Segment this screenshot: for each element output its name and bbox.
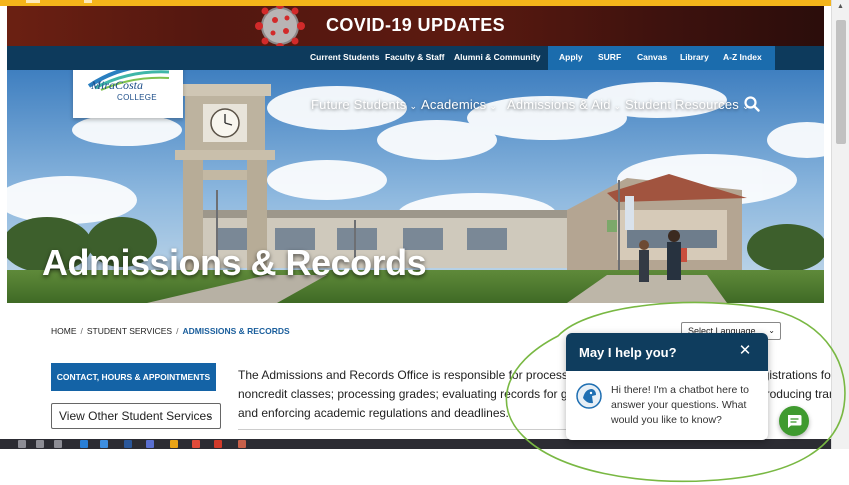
chatbot-avatar-icon bbox=[576, 383, 602, 409]
mira-costa-logo[interactable]: MiraCosta COLLEGE bbox=[73, 70, 183, 118]
breadcrumb: HOME / STUDENT SERVICES / ADMISSIONS & RECOR… bbox=[51, 326, 290, 336]
chevron-down-icon: ⌄ bbox=[768, 326, 775, 335]
page-title: Admissions & Records bbox=[42, 242, 427, 283]
os-taskbar bbox=[0, 439, 831, 449]
chevron-down-icon: ⌄ bbox=[409, 101, 418, 111]
strip-dash bbox=[26, 0, 40, 3]
util-link-alumni[interactable]: Alumni & Community bbox=[454, 52, 540, 62]
nav-future-students-label: Future Students bbox=[311, 97, 407, 112]
student-services-select[interactable]: View Other Student Services ⌄ bbox=[51, 403, 221, 429]
util-link-library[interactable]: Library bbox=[680, 52, 709, 62]
student-services-select-value: View Other Student Services bbox=[59, 409, 213, 423]
taskbar-search-icon[interactable] bbox=[18, 440, 26, 448]
taskbar-widget-icon[interactable] bbox=[54, 440, 62, 448]
chevron-down-icon: ⌄ bbox=[613, 101, 622, 111]
search-icon[interactable] bbox=[743, 95, 761, 113]
util-link-current-students[interactable]: Current Students bbox=[310, 52, 379, 62]
utility-nav: Current Students Faculty & Staff Alumni … bbox=[7, 46, 824, 70]
nav-admissions-aid-label: Admissions & Aid bbox=[507, 97, 611, 112]
chatbot-title: May I help you? bbox=[579, 345, 677, 360]
breadcrumb-current: ADMISSIONS & RECORDS bbox=[182, 326, 290, 336]
covid-banner-title[interactable]: COVID-19 UPDATES bbox=[7, 15, 824, 36]
taskbar-teams-icon[interactable] bbox=[146, 440, 154, 448]
chevron-down-icon: ⌄ bbox=[205, 410, 213, 420]
util-link-az-index[interactable]: A-Z Index bbox=[723, 52, 762, 62]
taskbar-app-icon[interactable] bbox=[100, 440, 108, 448]
nav-admissions-aid[interactable]: Admissions & Aid ⌄ bbox=[507, 97, 621, 112]
chatbot-popup: May I help you? ✕ Hi there! I'm a chatbo… bbox=[566, 333, 768, 440]
util-link-apply[interactable]: Apply bbox=[559, 52, 583, 62]
logo-subtitle: COLLEGE bbox=[117, 93, 157, 102]
chat-launcher-button[interactable] bbox=[779, 406, 809, 436]
content-divider bbox=[238, 429, 568, 430]
taskbar-word-icon[interactable] bbox=[124, 440, 132, 448]
chatbot-header: May I help you? ✕ bbox=[566, 333, 768, 371]
scrollbar-thumb[interactable] bbox=[836, 20, 846, 144]
logo-wordmark: MiraCosta bbox=[91, 78, 144, 92]
chatbot-message: Hi there! I'm a chatbot here to answer y… bbox=[611, 384, 749, 426]
taskbar-folder-icon[interactable] bbox=[170, 440, 178, 448]
nav-academics[interactable]: Academics ⌄ bbox=[421, 97, 497, 112]
contact-hours-button[interactable]: CONTACT, HOURS & APPOINTMENTS bbox=[51, 363, 216, 391]
nav-future-students[interactable]: Future Students ⌄ bbox=[311, 97, 417, 112]
breadcrumb-student-services[interactable]: STUDENT SERVICES bbox=[87, 326, 172, 336]
breadcrumb-separator: / bbox=[176, 326, 179, 336]
covid-banner[interactable]: COVID-19 UPDATES bbox=[7, 6, 824, 46]
hero-banner: MiraCosta COLLEGE Future Students ⌄ Acade… bbox=[7, 70, 824, 303]
strip-dash bbox=[84, 0, 92, 3]
util-link-faculty-staff[interactable]: Faculty & Staff bbox=[385, 52, 445, 62]
scroll-up-arrow-icon[interactable]: ▲ bbox=[837, 3, 844, 10]
taskbar-app-icon[interactable] bbox=[214, 440, 222, 448]
taskbar-app-icon[interactable] bbox=[238, 440, 246, 448]
breadcrumb-separator: / bbox=[80, 326, 83, 336]
close-icon[interactable]: ✕ bbox=[736, 341, 754, 361]
nav-academics-label: Academics bbox=[421, 97, 487, 112]
taskbar-task-view-icon[interactable] bbox=[36, 440, 44, 448]
page-scrollbar[interactable]: ▲ bbox=[831, 0, 849, 449]
taskbar-edge-icon[interactable] bbox=[80, 440, 88, 448]
chat-bubble-icon bbox=[788, 415, 802, 428]
util-link-canvas[interactable]: Canvas bbox=[637, 52, 667, 62]
chevron-down-icon: ⌄ bbox=[489, 101, 498, 111]
nav-student-resources-label: Student Resources bbox=[625, 97, 739, 112]
nav-student-resources[interactable]: Student Resources ⌄ bbox=[625, 97, 750, 112]
breadcrumb-home[interactable]: HOME bbox=[51, 326, 77, 336]
taskbar-chrome-icon[interactable] bbox=[192, 440, 200, 448]
util-link-surf[interactable]: SURF bbox=[598, 52, 621, 62]
